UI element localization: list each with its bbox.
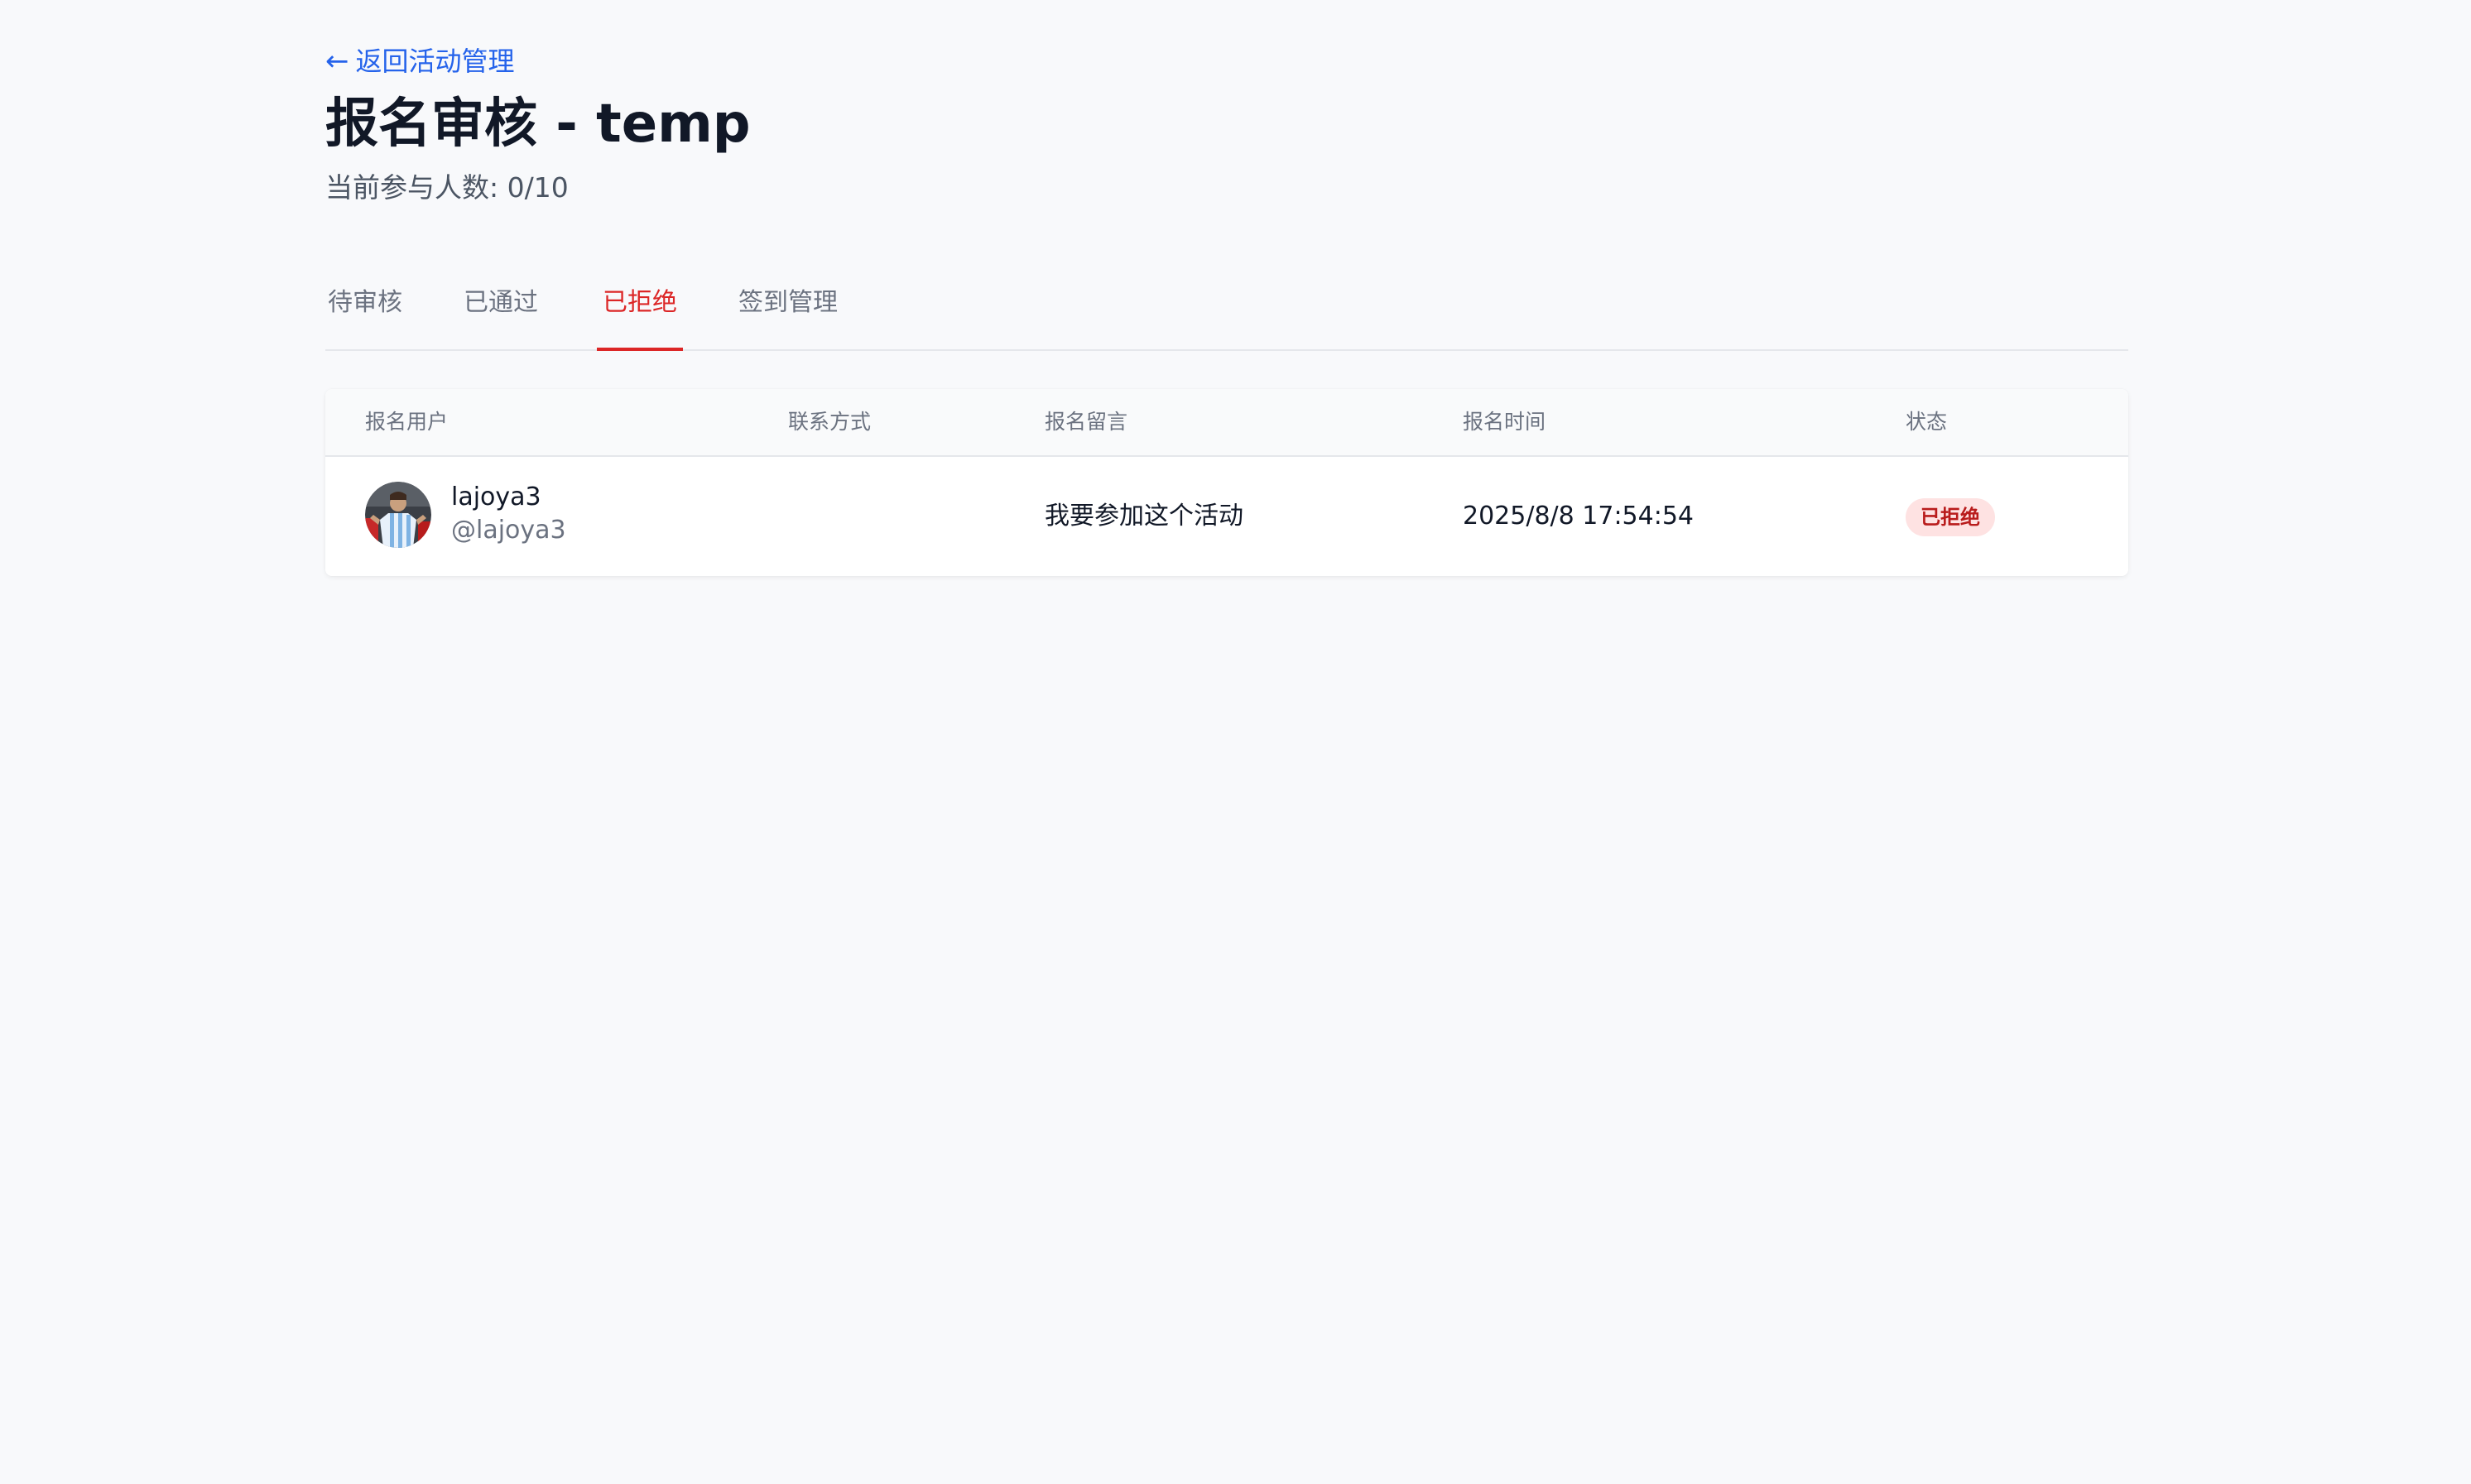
participant-count: 当前参与人数: 0/10	[325, 171, 569, 204]
column-header-time: 报名时间	[1463, 410, 1546, 434]
tab-checkin-management[interactable]: 签到管理	[734, 280, 842, 349]
user-avatar-image	[365, 482, 431, 548]
column-header-contact: 联系方式	[788, 410, 872, 434]
back-to-activity-management-link[interactable]: ← 返回活动管理	[325, 45, 515, 78]
tab-pending[interactable]: 待审核	[325, 280, 405, 349]
column-header-message: 报名留言	[1045, 410, 1128, 434]
registrations-table: 报名用户 联系方式 报名留言 报名时间 状态 lajoya3 @lajoya3 …	[325, 389, 2128, 576]
avatar	[365, 482, 431, 548]
status-badge: 已拒绝	[1906, 498, 1995, 536]
column-header-status: 状态	[1906, 410, 1948, 434]
registration-time-cell: 2025/8/8 17:54:54	[1463, 502, 1695, 531]
tab-approved[interactable]: 已通过	[461, 280, 541, 349]
table-row: lajoya3 @lajoya3 我要参加这个活动 2025/8/8 17:54…	[325, 457, 2128, 576]
page-title: 报名审核 - temp	[325, 94, 751, 155]
column-header-user: 报名用户	[365, 410, 449, 434]
review-tabs: 待审核 已通过 已拒绝 签到管理	[325, 280, 2128, 351]
user-handle: @lajoya3	[451, 516, 566, 545]
user-name: lajoya3	[451, 483, 541, 511]
back-link-label: 返回活动管理	[355, 46, 515, 77]
table-header: 报名用户 联系方式 报名留言 报名时间 状态	[325, 389, 2128, 457]
arrow-left-icon: ←	[325, 45, 349, 78]
tab-rejected[interactable]: 已拒绝	[597, 280, 683, 351]
message-cell: 我要参加这个活动	[1045, 502, 1243, 531]
